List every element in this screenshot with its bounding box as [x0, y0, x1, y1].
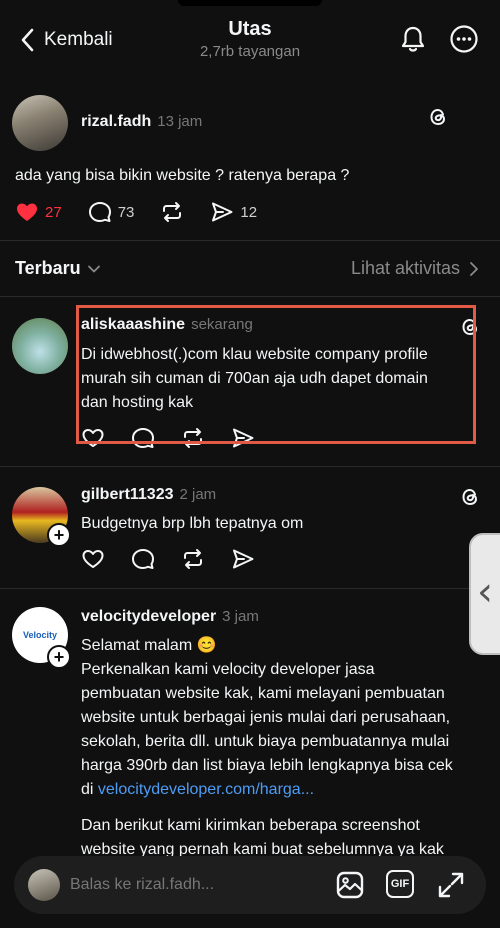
velocity-logo: Velocity [22, 630, 58, 640]
avatar [28, 869, 60, 901]
post-body: ada yang bisa bikin website ? ratenya be… [15, 167, 350, 184]
repost-icon [163, 202, 182, 222]
highlight-box [76, 305, 476, 444]
reply-input[interactable] [70, 873, 310, 897]
reply-actions [81, 547, 281, 571]
reply-author-row: gilbert11323 2 jam [81, 486, 216, 504]
heart-filled-icon [17, 203, 37, 221]
like-button[interactable] [81, 547, 105, 571]
divider [0, 588, 500, 589]
post-time: 13 jam [157, 113, 203, 130]
threads-logo-icon[interactable] [426, 105, 450, 129]
bell-icon[interactable] [398, 24, 428, 54]
chevron-down-icon [87, 265, 100, 272]
reply-button[interactable]: 73 [88, 200, 135, 224]
reply-body: Selamat malam 😊 Perkenalkan kami velocit… [81, 634, 453, 862]
repost-icon [184, 549, 202, 569]
image-icon[interactable] [335, 870, 365, 900]
avatar[interactable] [12, 318, 68, 374]
reply-line: harga 390rb dan list biaya lebih lengkap… [81, 757, 453, 774]
reply-line: Budgetnya brp lbh tepatnya om [81, 515, 304, 532]
header: Kembali Utas 2,7rb tayangan [0, 0, 500, 74]
chevron-left-icon [21, 28, 34, 52]
gif-button[interactable]: GIF [386, 870, 414, 898]
send-icon [233, 549, 254, 569]
link-prefix: di [81, 781, 98, 798]
share-button[interactable] [231, 547, 255, 571]
reply-time: 2 jam [179, 486, 217, 503]
repost-button[interactable] [181, 547, 205, 571]
reply-body: Budgetnya brp lbh tepatnya om [81, 512, 303, 536]
sort-label: Terbaru [15, 258, 81, 278]
heart-icon [82, 550, 104, 568]
like-button[interactable]: 27 [15, 200, 62, 224]
sort-dropdown[interactable]: Terbaru [15, 258, 101, 279]
divider [0, 296, 500, 297]
share-button[interactable]: 12 [210, 200, 257, 224]
title-block: Utas 2,7rb tayangan [150, 18, 350, 60]
back-button[interactable]: Kembali [18, 26, 113, 54]
reply-username[interactable]: velocitydeveloper [81, 608, 216, 625]
avatar[interactable] [12, 95, 68, 151]
chevron-right-icon [470, 261, 478, 276]
reply-count: 73 [117, 203, 135, 221]
back-label: Kembali [44, 29, 113, 50]
share-count: 12 [240, 203, 258, 221]
reply-line: Dan berikut kami kirimkan beberapa scree… [81, 817, 420, 834]
reply-line: Perkenalkan kami velocity developer jasa [81, 661, 375, 678]
reply-author-row: velocitydeveloper 3 jam [81, 608, 259, 626]
view-activity-link[interactable]: Lihat aktivitas [351, 258, 480, 279]
reply-line: website untuk berbagai jenis mulai dari … [81, 709, 451, 726]
reply-line: pembuatan website kak, kami melayani pem… [81, 685, 445, 702]
follow-plus-icon[interactable]: + [47, 645, 71, 669]
page-title: Utas [228, 18, 272, 40]
reply-time: 3 jam [222, 608, 259, 625]
comment-icon [88, 202, 111, 222]
pricing-link[interactable]: velocitydeveloper.com/harga... [98, 781, 314, 798]
reply-composer: GIF [14, 856, 486, 914]
expand-icon[interactable] [436, 870, 466, 900]
divider [0, 466, 500, 467]
view-activity-label: Lihat aktivitas [350, 258, 460, 278]
post-author-row: rizal.fadh 13 jam [81, 113, 202, 131]
send-icon [212, 202, 233, 222]
reply-button[interactable] [131, 547, 155, 571]
like-count: 27 [45, 203, 62, 221]
view-count: 2,7rb tayangan [199, 43, 301, 60]
threads-logo-icon[interactable] [458, 485, 482, 509]
comment-icon [132, 549, 154, 569]
reply-line: Selamat malam 😊 [81, 637, 217, 654]
post-actions: 27 73 12 [15, 200, 283, 224]
side-panel-handle[interactable]: ‹ [469, 533, 500, 655]
post-username[interactable]: rizal.fadh [81, 113, 151, 130]
repost-button[interactable] [160, 200, 184, 224]
reply-line: sekolah, berita dll. untuk biaya pembuat… [81, 733, 450, 750]
chevron-left-icon: ‹ [477, 569, 493, 615]
more-options-icon[interactable] [449, 24, 479, 54]
reply-username[interactable]: gilbert11323 [81, 486, 174, 503]
follow-plus-icon[interactable]: + [47, 523, 71, 547]
divider [0, 240, 500, 241]
reply-line: di velocitydeveloper.com/harga... [81, 778, 453, 802]
